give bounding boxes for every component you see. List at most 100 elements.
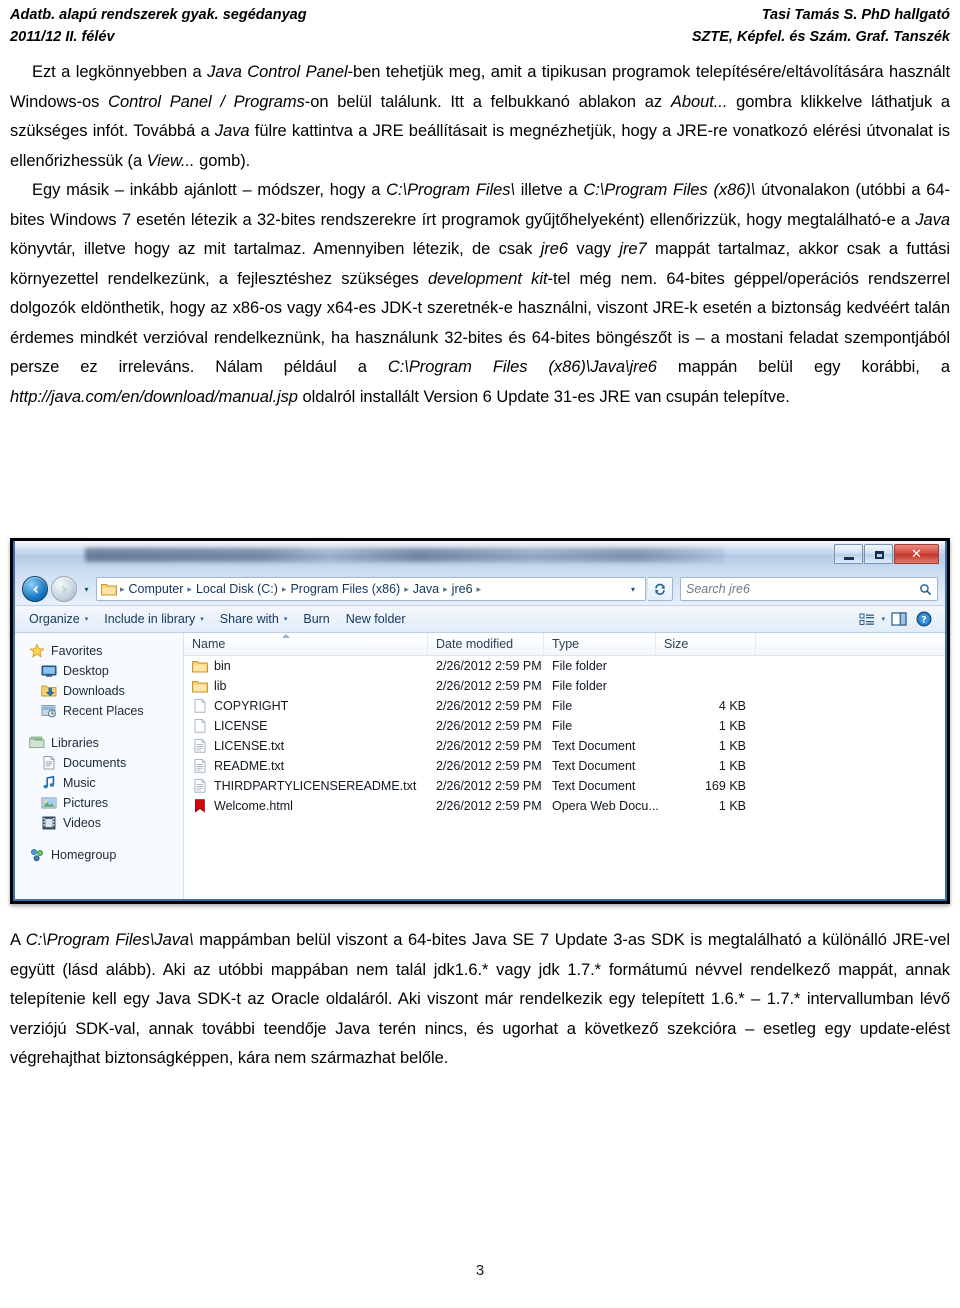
svg-text:?: ? xyxy=(921,616,926,626)
breadcrumb[interactable]: ▸ Computer ▸ Local Disk (C:) ▸ Program F… xyxy=(96,577,646,601)
view-dropdown-caret-icon[interactable]: ▾ xyxy=(881,615,885,623)
table-row[interactable]: README.txt 2/26/2012 2:59 PM Text Docume… xyxy=(184,756,945,776)
sort-ascending-icon xyxy=(281,634,290,638)
page-number: 3 xyxy=(475,1262,485,1279)
table-row[interactable]: LICENSE.txt 2/26/2012 2:59 PM Text Docum… xyxy=(184,736,945,756)
refresh-icon[interactable] xyxy=(648,577,673,601)
sidebar-item-recent-places[interactable]: Recent Places xyxy=(15,701,183,721)
file-type: Text Document xyxy=(552,739,636,753)
back-arrow-icon[interactable] xyxy=(22,576,48,602)
file-date: 2/26/2012 2:59 PM xyxy=(436,719,542,733)
column-header-size-label: Size xyxy=(664,637,689,651)
file-type: File folder xyxy=(552,679,607,693)
toolbar-share-with-button[interactable]: Share with ▾ xyxy=(212,610,296,628)
file-rows: bin 2/26/2012 2:59 PM File folder lib 2/… xyxy=(184,656,945,899)
sidebar-item-desktop[interactable]: Desktop xyxy=(15,661,183,681)
column-header-type[interactable]: Type xyxy=(544,633,656,655)
p1-em-java: Java xyxy=(214,122,250,140)
file-type: Opera Web Docu... xyxy=(552,799,659,813)
windows-explorer-window: ✕ ▾ ▸ Computer ▸ Local Disk (C:) ▸ Progr… xyxy=(10,538,950,904)
text-file-icon xyxy=(194,778,206,793)
file-date: 2/26/2012 2:59 PM xyxy=(436,659,542,673)
file-date: 2/26/2012 2:59 PM xyxy=(436,679,542,693)
sidebar-item-videos[interactable]: Videos xyxy=(15,813,183,833)
toolbar-organize-button[interactable]: Organize ▾ xyxy=(21,610,96,628)
p2-em-development-kit: development kit xyxy=(427,269,548,288)
search-icon xyxy=(920,583,932,595)
minimize-button[interactable] xyxy=(834,544,863,564)
p2-seg-j: oldalról installált Version 6 Update 31-… xyxy=(297,387,790,406)
file-size: 1 KB xyxy=(718,719,746,733)
homegroup-icon xyxy=(31,849,43,862)
toolbar-share-with-label: Share with xyxy=(219,612,279,626)
column-header-type-label: Type xyxy=(552,637,580,651)
p2-seg-e: vagy xyxy=(568,240,620,258)
table-row[interactable]: COPYRIGHT 2/26/2012 2:59 PM File 4 KB xyxy=(184,696,945,716)
toolbar-burn-button[interactable]: Burn xyxy=(295,610,337,628)
document-body-bottom: A C:\Program Files\Java\ mappámban belül… xyxy=(10,926,950,1074)
file-date: 2/26/2012 2:59 PM xyxy=(436,779,542,793)
table-row[interactable]: Welcome.html 2/26/2012 2:59 PM Opera Web… xyxy=(184,796,945,816)
file-type: Text Document xyxy=(552,759,636,773)
table-row[interactable]: lib 2/26/2012 2:59 PM File folder xyxy=(184,676,945,696)
search-input[interactable]: Search jre6 xyxy=(680,577,938,601)
column-header-size[interactable]: Size xyxy=(656,633,756,655)
breadcrumb-item-program-files-x86[interactable]: Program Files (x86) xyxy=(287,582,403,596)
sidebar-item-libraries[interactable]: Libraries xyxy=(15,733,183,753)
view-list-icon[interactable] xyxy=(856,609,878,629)
forward-arrow-icon[interactable] xyxy=(51,576,77,602)
paragraph-1: Ezt a legkönnyebben a Java Control Panel… xyxy=(10,58,950,176)
sidebar-item-music[interactable]: Music xyxy=(15,773,183,793)
toolbar-include-in-library-button[interactable]: Include in library ▾ xyxy=(96,610,212,628)
music-icon xyxy=(43,775,55,789)
sidebar-item-label: Recent Places xyxy=(63,704,144,718)
p1-seg-f: gomb). xyxy=(194,151,251,170)
document-body-top: Ezt a legkönnyebben a Java Control Panel… xyxy=(10,58,950,412)
column-header-name[interactable]: Name xyxy=(184,633,428,655)
breadcrumb-item-java[interactable]: Java xyxy=(410,582,442,596)
sidebar-item-label: Desktop xyxy=(63,664,109,678)
toolbar-new-folder-button[interactable]: New folder xyxy=(338,610,414,628)
file-name: THIRDPARTYLICENSEREADME.txt xyxy=(214,779,417,793)
explorer-main-area: Favorites Desktop Downloads Recent Place… xyxy=(15,633,945,899)
blurred-window-caption xyxy=(85,548,725,562)
search-placeholder: Search jre6 xyxy=(686,582,750,596)
preview-pane-icon[interactable] xyxy=(888,609,910,629)
window-controls: ✕ xyxy=(833,544,939,564)
sidebar-item-label: Homegroup xyxy=(51,848,117,862)
pictures-icon xyxy=(41,797,57,809)
file-name: Welcome.html xyxy=(214,799,293,813)
table-row[interactable]: THIRDPARTYLICENSEREADME.txt 2/26/2012 2:… xyxy=(184,776,945,796)
p2-seg-h: mappán belül egy korábbi, a xyxy=(656,358,950,376)
sidebar-item-label: Documents xyxy=(63,756,127,770)
text-file-icon xyxy=(194,758,206,773)
sidebar-item-documents[interactable]: Documents xyxy=(15,753,183,773)
help-icon[interactable]: ? xyxy=(913,609,935,629)
chevron-down-icon: ▾ xyxy=(200,616,204,623)
explorer-title-bar: ✕ xyxy=(15,541,945,573)
breadcrumb-item-computer[interactable]: Computer xyxy=(126,582,187,596)
table-row[interactable]: LICENSE 2/26/2012 2:59 PM File 1 KB xyxy=(184,716,945,736)
p3-em-program-files-java: C:\Program Files\Java\ xyxy=(25,931,194,949)
header-left-line2: 2011/12 II. félév xyxy=(10,29,115,45)
breadcrumb-dropdown-caret-icon[interactable]: ▾ xyxy=(626,585,640,594)
breadcrumb-item-local-disk[interactable]: Local Disk (C:) xyxy=(193,582,281,596)
sidebar-item-pictures[interactable]: Pictures xyxy=(15,793,183,813)
explorer-address-bar: ▾ ▸ Computer ▸ Local Disk (C:) ▸ Program… xyxy=(15,573,945,605)
p3-seg-a: A xyxy=(10,931,26,949)
column-header-date-label: Date modified xyxy=(436,637,514,651)
breadcrumb-item-jre6[interactable]: jre6 xyxy=(449,582,476,596)
libraries-icon xyxy=(29,736,45,749)
maximize-button[interactable] xyxy=(864,544,893,564)
column-header-date-modified[interactable]: Date modified xyxy=(428,633,544,655)
file-type: File xyxy=(552,719,573,733)
history-dropdown-caret-icon[interactable]: ▾ xyxy=(80,578,93,600)
sidebar-item-downloads[interactable]: Downloads xyxy=(15,681,183,701)
close-button[interactable]: ✕ xyxy=(894,544,939,564)
p1-em-view: View... xyxy=(146,151,195,170)
sidebar-item-homegroup[interactable]: Homegroup xyxy=(15,845,183,865)
chevron-down-icon: ▾ xyxy=(84,616,89,623)
sidebar-item-favorites[interactable]: Favorites xyxy=(15,641,183,661)
file-list-header: Name Date modified Type Size xyxy=(184,633,945,656)
table-row[interactable]: bin 2/26/2012 2:59 PM File folder xyxy=(184,656,945,676)
